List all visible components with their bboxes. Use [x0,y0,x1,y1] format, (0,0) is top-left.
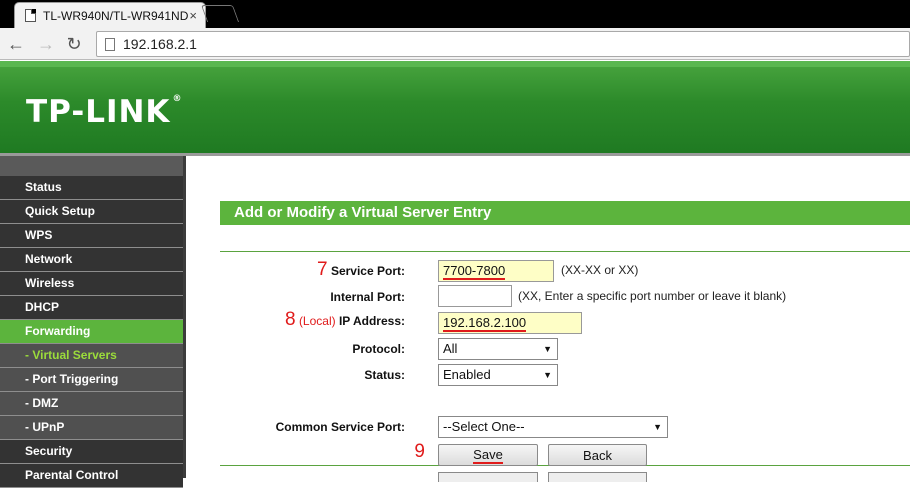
internal-port-hint: (XX, Enter a specific port number or lea… [518,289,787,303]
step-number-9: 9 [414,441,425,462]
internal-port-label: Internal Port: [330,290,405,304]
chevron-down-icon: ▼ [543,370,552,380]
status-value: Enabled [443,367,491,382]
protocol-select[interactable]: All ▼ [438,338,558,360]
tab-title: TL-WR940N/TL-WR941ND [43,8,189,23]
document-icon [25,9,36,22]
sidebar-item-wireless[interactable]: Wireless [0,272,183,296]
save-button[interactable]: Save [438,444,538,466]
ip-address-label: IP Address: [338,314,405,328]
browser-tab[interactable]: TL-WR940N/TL-WR941ND × [14,2,206,28]
sidebar-menu: Status Quick Setup WPS Network Wireless … [0,176,183,488]
ip-address-input[interactable]: 192.168.2.100 [438,312,582,334]
ip-address-label-row: 8 (Local) IP Address: [285,309,405,331]
back-button-label: Back [583,447,612,463]
partial-button[interactable] [548,472,647,482]
page-icon [105,37,115,51]
save-button-label: Save [473,446,503,464]
service-port-input[interactable]: 7700-7800 [438,260,554,282]
browser-toolbar: ← → ↻ 192.168.2.1 [0,28,910,60]
internal-port-input[interactable] [438,285,512,307]
section-title: Add or Modify a Virtual Server Entry [220,201,910,225]
sidebar-item-forwarding[interactable]: Forwarding [0,320,183,344]
service-port-label-row: 7 Service Port: [317,259,405,281]
common-service-port-label: Common Service Port: [275,420,405,434]
service-port-hint: (XX-XX or XX) [561,263,639,277]
status-label: Status: [364,368,405,382]
common-service-port-select[interactable]: --Select One-- ▼ [438,416,668,438]
partial-button[interactable] [438,472,538,482]
close-tab-icon[interactable]: × [189,8,197,23]
back-icon[interactable]: ← [4,32,28,56]
back-button[interactable]: Back [548,444,647,466]
protocol-value: All [443,341,458,356]
tp-link-logo: TP-LINK ® [26,94,182,130]
browser-tabstrip: TL-WR940N/TL-WR941ND × [0,0,910,28]
ip-address-value: 192.168.2.100 [443,315,527,332]
service-port-value: 7700-7800 [443,263,506,280]
sidebar-item-wps[interactable]: WPS [0,224,183,248]
logo-registered-mark: ® [172,94,183,104]
local-tag: (Local) [298,314,336,328]
step-number-8: 8 [285,309,296,330]
sidebar-item-status[interactable]: Status [0,176,183,200]
banner-highlight [0,61,910,67]
sidebar-item-parental-control[interactable]: Parental Control [0,464,183,488]
sidebar-item-upnp[interactable]: - UPnP [0,416,183,440]
status-select[interactable]: Enabled ▼ [438,364,558,386]
logo-text: TP-LINK [26,94,171,130]
sidebar-item-virtual-servers[interactable]: - Virtual Servers [0,344,183,368]
save-step-row: 9 [414,441,425,463]
address-text: 192.168.2.1 [123,36,197,52]
section-divider-top [220,251,910,252]
sidebar-item-dhcp[interactable]: DHCP [0,296,183,320]
sidebar-item-dmz[interactable]: - DMZ [0,392,183,416]
sidebar-item-quick-setup[interactable]: Quick Setup [0,200,183,224]
common-service-port-value: --Select One-- [443,419,525,434]
protocol-label: Protocol: [352,342,405,356]
step-number-7: 7 [317,259,328,280]
chevron-down-icon: ▼ [653,422,662,432]
new-tab-button[interactable] [200,5,240,22]
reload-icon[interactable]: ↻ [62,32,86,56]
sidebar-item-security[interactable]: Security [0,440,183,464]
sidebar-item-port-triggering[interactable]: - Port Triggering [0,368,183,392]
address-bar[interactable]: 192.168.2.1 [96,31,910,57]
forward-icon[interactable]: → [34,32,58,56]
sidebar-item-network[interactable]: Network [0,248,183,272]
service-port-label: Service Port: [330,264,405,278]
chevron-down-icon: ▼ [543,344,552,354]
